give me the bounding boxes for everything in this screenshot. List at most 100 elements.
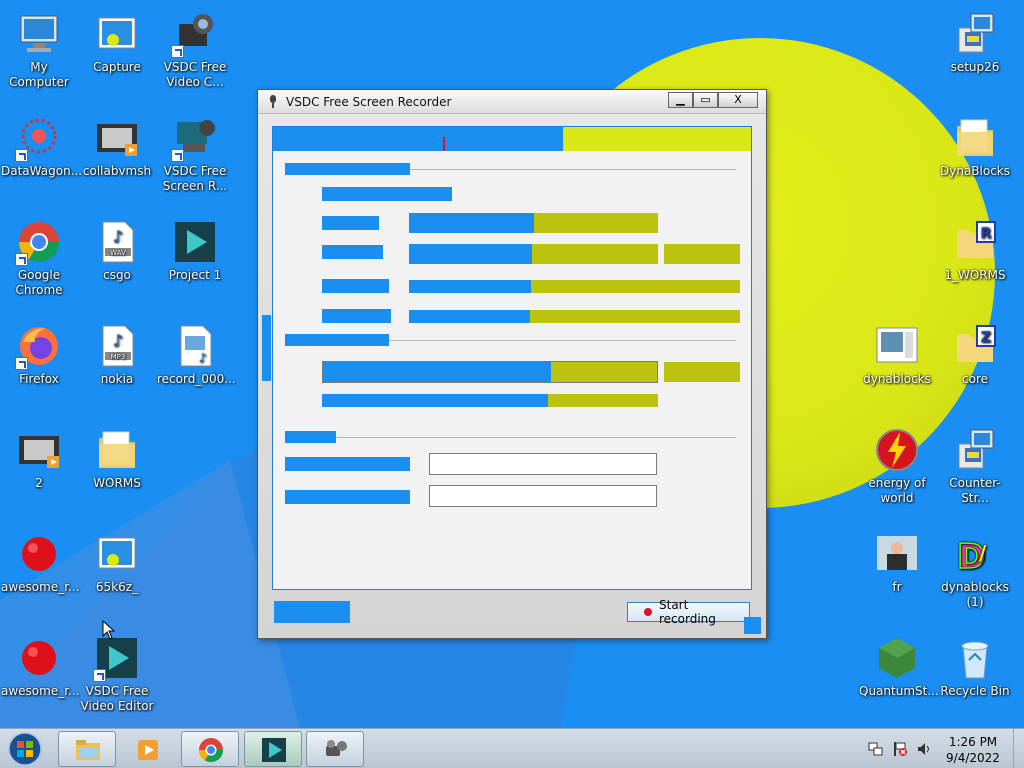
record-dot-icon	[644, 608, 652, 616]
desktop-icon-label: dynablocks	[863, 372, 931, 386]
field-input[interactable]	[409, 244, 658, 264]
desktop-icon-label: Project 1	[168, 268, 222, 282]
svg-text:MP3: MP3	[111, 353, 126, 361]
shortcut-arrow-icon	[15, 357, 28, 370]
desktop-icon-installer[interactable]: setup26	[936, 10, 1014, 75]
desktop-icon-image-file[interactable]: Capture	[78, 10, 156, 75]
desktop-icon-recycle-bin[interactable]: Recycle Bin	[936, 634, 1014, 699]
svg-text:♪: ♪	[199, 351, 207, 365]
chrome-icon	[199, 738, 223, 763]
rar-archive-icon: R	[951, 218, 999, 266]
desktop-icon-installer[interactable]: Counter-Str...	[936, 426, 1014, 506]
chrome-icon	[15, 218, 63, 266]
vsdc-editor-icon	[262, 738, 286, 762]
field-label	[322, 216, 379, 230]
desktop-icon-wav-file[interactable]: ♪ WAV csgo	[78, 218, 156, 283]
taskbar-explorer[interactable]	[58, 731, 116, 767]
desktop-icon-label: setup26	[950, 60, 1000, 74]
text-field[interactable]	[429, 453, 657, 475]
shortcut-arrow-icon	[171, 45, 184, 58]
start-button[interactable]	[4, 731, 46, 767]
field-input[interactable]	[409, 280, 740, 293]
selection-field[interactable]	[322, 361, 658, 383]
shortcut-arrow-icon	[171, 149, 184, 162]
volume-icon[interactable]	[916, 741, 932, 757]
field-button[interactable]	[664, 244, 740, 264]
footer-link[interactable]	[274, 601, 350, 623]
svg-text:WAV: WAV	[110, 249, 126, 257]
field-option[interactable]	[322, 394, 658, 407]
media-player-icon	[138, 740, 158, 760]
close-button[interactable]: X	[718, 92, 758, 108]
desktop-icon-label: energy of world	[868, 476, 926, 505]
desktop-icon-label: 1_WORMS	[944, 268, 1006, 282]
desktop-icon-rar-archive[interactable]: R 1_WORMS	[936, 218, 1014, 283]
taskbar-vsdc-editor[interactable]	[244, 731, 302, 767]
nodejs-icon	[873, 634, 921, 682]
desktop-icon-media-file[interactable]: ♪ record_000...	[156, 322, 236, 387]
desktop-icon-folder[interactable]: WORMS	[78, 426, 156, 491]
desktop-icon-red-ball[interactable]: awesome_r...	[0, 530, 80, 595]
network-icon[interactable]	[868, 741, 884, 757]
taskbar-media-player[interactable]	[118, 731, 176, 767]
svg-text:♪: ♪	[113, 331, 123, 350]
field-input[interactable]	[409, 213, 658, 233]
window-titlebar[interactable]: VSDC Free Screen Recorder ▁ ▭ X	[258, 90, 766, 114]
text-field[interactable]	[429, 485, 657, 507]
desktop-icon-nodejs[interactable]: QuantumSt...	[858, 634, 939, 699]
show-desktop-button[interactable]	[1013, 729, 1024, 768]
field-label	[285, 490, 410, 504]
desktop-icon-vsdc-screen-recorder[interactable]: VSDC Free Screen R...	[156, 114, 234, 194]
desktop-icon-label: awesome_r...	[1, 684, 80, 698]
start-recording-button[interactable]: Start recording	[627, 598, 750, 626]
field-label	[322, 279, 389, 293]
red-ball-icon	[15, 530, 63, 578]
window-edge-strip	[262, 315, 271, 381]
taskbar-chrome[interactable]	[181, 731, 239, 767]
minimize-button[interactable]: ▁	[668, 92, 693, 108]
desktop-icon-energy[interactable]: energy of world	[858, 426, 936, 506]
desktop-icon-zip-archive[interactable]: Zcore	[936, 322, 1014, 387]
desktop-icon-computer[interactable]: My Computer	[0, 10, 78, 90]
taskbar: 1:26 PM 9/4/2022	[0, 728, 1024, 768]
desktop-icon-video-file[interactable]: 2	[0, 426, 78, 491]
desktop-icon-datawagon[interactable]: DataWagon...	[0, 114, 82, 179]
clock-time[interactable]: 1:26 PM	[940, 735, 1006, 749]
desktop-icon-mp3-file[interactable]: ♪ MP3 nokia	[78, 322, 156, 387]
desktop-icon-firefox[interactable]: Firefox	[0, 322, 78, 387]
field-button[interactable]	[664, 362, 740, 382]
desktop-icon-label: DynaBlocks	[939, 164, 1010, 178]
desktop-icon-chrome[interactable]: Google Chrome	[0, 218, 78, 298]
taskbar-vsdc-screen-recorder[interactable]	[306, 731, 364, 767]
action-center-icon[interactable]	[892, 741, 908, 757]
field-input[interactable]	[409, 310, 740, 323]
installer-icon	[951, 10, 999, 58]
desktop-icon-video-file[interactable]: collabvmsh	[78, 114, 156, 179]
desktop-icon-label: Recycle Bin	[940, 684, 1010, 698]
field-label	[285, 457, 410, 471]
desktop-icon-window-file[interactable]: dynablocks	[858, 322, 936, 387]
desktop-icon-photo[interactable]: fr	[858, 530, 936, 595]
desktop-icon-image-file[interactable]: 65k6z_	[78, 530, 156, 595]
clock-date[interactable]: 9/4/2022	[940, 751, 1006, 765]
desktop-icon-label: VSDC Free Video C...	[163, 60, 227, 89]
panel-header-strip	[273, 127, 751, 151]
desktop-icon-dynablocks-logo[interactable]: D / dynablocks (1)	[936, 530, 1014, 610]
desktop-icon-folder[interactable]: DynaBlocks	[936, 114, 1014, 179]
window-file-icon	[873, 322, 921, 370]
vsdc-editor-icon	[93, 634, 141, 682]
resize-grip[interactable]	[744, 617, 761, 634]
desktop-icon-vsdc-editor[interactable]: VSDC Free Video Editor	[78, 634, 156, 714]
desktop-icon-label: csgo	[103, 268, 131, 282]
section-heading	[285, 163, 410, 175]
desktop-icon-vsdc-project[interactable]: Project 1	[156, 218, 234, 283]
desktop-icon-vsdc-converter[interactable]: VSDC Free Video C...	[156, 10, 234, 90]
desktop-icon-label: Firefox	[19, 372, 59, 386]
svg-text:♪: ♪	[113, 227, 123, 246]
desktop-icon-red-ball[interactable]: awesome_r...	[0, 634, 80, 699]
image-file-icon	[93, 10, 141, 58]
media-file-icon: ♪	[171, 322, 219, 370]
maximize-button[interactable]: ▭	[693, 92, 718, 108]
desktop-icon-label: core	[962, 372, 988, 386]
computer-icon	[15, 10, 63, 58]
